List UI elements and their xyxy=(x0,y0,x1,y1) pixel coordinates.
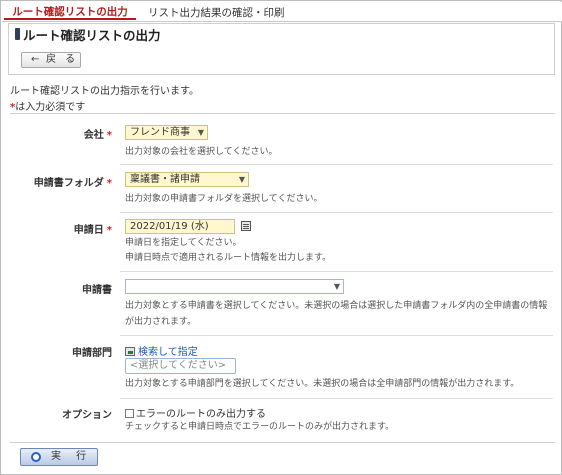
row-divider xyxy=(120,398,553,399)
row-divider xyxy=(120,271,553,272)
dept-search-link-label: 検索して指定 xyxy=(138,347,198,358)
required-mark: * xyxy=(106,225,112,236)
row-divider xyxy=(120,164,553,165)
company-select-value: フレンド商事 xyxy=(130,127,190,138)
page-title: ルート確認リストの出力 xyxy=(23,28,161,43)
date-help-1: 申請日を指定してください。 xyxy=(125,238,242,248)
circle-icon xyxy=(31,452,41,462)
folder-select[interactable]: 稟議書・諸申請 ▼ xyxy=(125,172,249,187)
picker-icon xyxy=(125,347,135,356)
calendar-icon[interactable] xyxy=(241,221,251,231)
option-label: オプション xyxy=(62,410,112,421)
form-select[interactable]: ▼ xyxy=(125,279,344,294)
dept-input[interactable]: <選択してください> xyxy=(125,358,236,374)
company-select[interactable]: フレンド商事 ▼ xyxy=(125,125,208,140)
checkbox-icon[interactable] xyxy=(125,409,134,418)
required-mark: * xyxy=(106,178,112,189)
arrow-left-icon: ← xyxy=(31,54,40,65)
window-frame: ルート確認リストの出力 リスト出力結果の確認・印刷 ルート確認リストの出力 ← … xyxy=(0,0,562,475)
required-note-text: は入力必須です xyxy=(15,102,86,113)
company-help: 出力対象の会社を選択してください。 xyxy=(125,147,278,157)
tab-route-output[interactable]: ルート確認リストの出力 xyxy=(4,4,136,20)
folder-select-value: 稟議書・諸申請 xyxy=(130,174,200,185)
instruction-text: ルート確認リストの出力指示を行います。 xyxy=(10,86,199,97)
dept-search-link[interactable]: 検索して指定 xyxy=(125,343,198,358)
folder-label: 申請書フォルダ * xyxy=(33,178,112,189)
required-mark: * xyxy=(106,130,112,141)
dept-label: 申請部門 xyxy=(72,348,112,359)
date-input[interactable]: 2022/01/19 (水) xyxy=(125,219,235,234)
dept-help: 出力対象とする申請部門を選択してください。未選択の場合は全申請部門の情報が出力さ… xyxy=(125,379,520,389)
form-label: 申請書 xyxy=(82,285,112,296)
footer-bar: 実 行 xyxy=(10,442,555,469)
back-button[interactable]: ← 戻 る xyxy=(21,52,81,68)
date-help-2: 申請日時点で適用されるルート情報を出力します。 xyxy=(125,253,332,263)
option-help: チェックすると申請日時点でエラーのルートのみが出力されます。 xyxy=(125,422,395,432)
header-panel: ルート確認リストの出力 ← 戻 る xyxy=(8,23,555,75)
required-note: *は入力必須です xyxy=(10,98,85,113)
error-only-checkbox-label: エラーのルートのみ出力する xyxy=(136,409,266,420)
date-label: 申請日 * xyxy=(73,225,112,236)
row-divider xyxy=(120,335,553,336)
title-marker-icon xyxy=(15,28,20,40)
chevron-down-icon: ▼ xyxy=(238,175,245,184)
chevron-down-icon: ▼ xyxy=(333,282,340,291)
company-label: 会社 * xyxy=(83,130,112,141)
folder-help: 出力対象の申請書フォルダを選択してください。 xyxy=(125,194,323,204)
row-divider xyxy=(120,212,553,213)
execute-button-label: 実 行 xyxy=(51,451,93,462)
output-form: 会社 * フレンド商事 ▼ 出力対象の会社を選択してください。 申請書フォルダ * … xyxy=(10,113,555,442)
execute-button[interactable]: 実 行 xyxy=(20,448,98,466)
tab-output-results[interactable]: リスト出力結果の確認・印刷 xyxy=(148,5,285,21)
form-help-2: が出力されます。 xyxy=(125,317,197,327)
chevron-down-icon: ▼ xyxy=(197,128,204,137)
back-button-label: 戻 る xyxy=(46,54,79,65)
tab-bar: ルート確認リストの出力 リスト出力結果の確認・印刷 xyxy=(2,2,562,22)
form-help-1: 出力対象とする申請書を選択してください。未選択の場合は選択した申請書フォルダ内の… xyxy=(125,301,548,311)
error-only-checkbox[interactable]: エラーのルートのみ出力する xyxy=(125,405,266,420)
